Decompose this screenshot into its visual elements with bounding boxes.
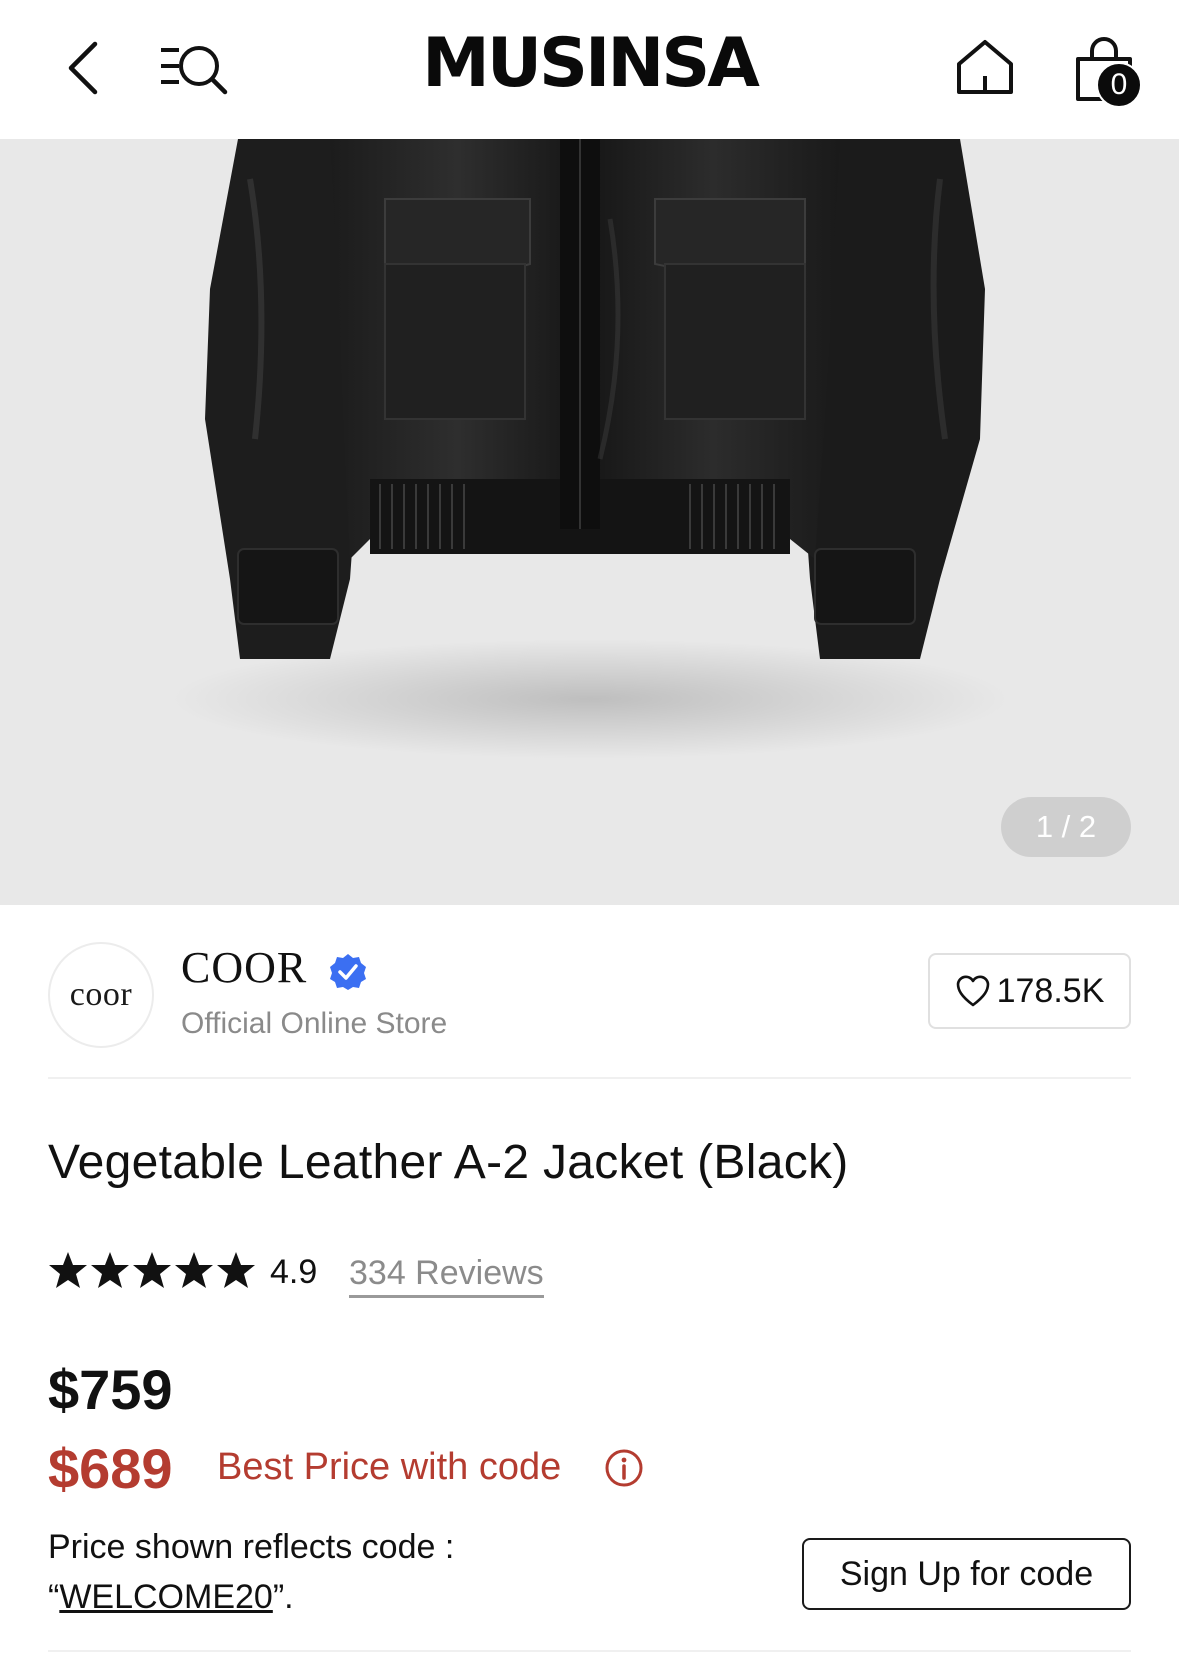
sign-up-for-code-button[interactable]: Sign Up for code [802, 1538, 1131, 1610]
jacket-photo [170, 139, 1010, 759]
sale-price: $689 [48, 1437, 173, 1500]
brand-name[interactable]: COOR [181, 942, 307, 993]
product-title: Vegetable Leather A-2 Jacket (Black) [48, 1136, 849, 1189]
divider [48, 1077, 1131, 1079]
brand-subtitle: Official Online Store [181, 1007, 448, 1040]
like-button[interactable]: 178.5K [928, 953, 1131, 1029]
star-icon [91, 1252, 129, 1288]
star-icon [49, 1252, 87, 1288]
like-count: 178.5K [996, 971, 1105, 1010]
star-rating [48, 1251, 256, 1289]
reviews-link[interactable]: 334 Reviews [349, 1253, 544, 1298]
code-close-quote: ”. [272, 1578, 294, 1616]
star-icon [217, 1252, 255, 1288]
best-price-label: Best Price with code [217, 1446, 562, 1488]
original-price: $759 [48, 1358, 173, 1421]
info-icon[interactable] [604, 1448, 644, 1488]
rating-value: 4.9 [270, 1253, 318, 1291]
star-icon [133, 1252, 171, 1288]
divider [48, 1650, 1131, 1652]
top-nav-bar: MUSINSA 0 [0, 0, 1179, 139]
brand-logo[interactable]: coor [48, 942, 154, 1048]
code-note-text: Price shown reflects code : [48, 1528, 455, 1566]
star-icon [175, 1252, 213, 1288]
verified-badge-icon [330, 954, 366, 990]
heart-icon [956, 975, 989, 1007]
home-icon [957, 40, 1013, 94]
cart-count-badge: 0 [1096, 62, 1142, 108]
code-open-quote: “ [48, 1578, 60, 1616]
home-button[interactable] [945, 28, 1025, 104]
image-counter: 1 / 2 [1001, 797, 1131, 857]
product-image[interactable] [0, 139, 1179, 905]
promo-code: WELCOME20 [59, 1578, 273, 1616]
code-note-code: “WELCOME20”. [48, 1578, 294, 1617]
